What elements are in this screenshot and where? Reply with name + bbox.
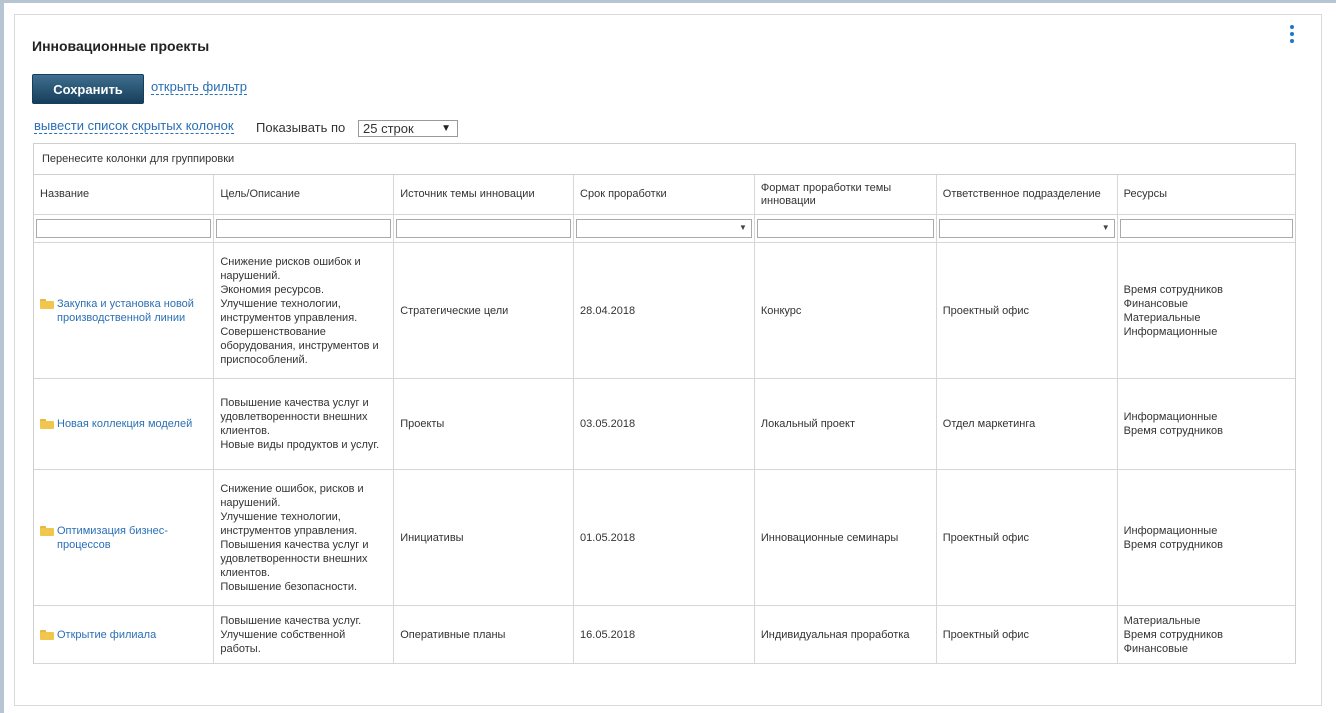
rows-per-page-select[interactable]: 25 строк ▼	[358, 120, 458, 137]
cell-department: Отдел маркетинга	[935, 378, 1118, 470]
cell-resources: Материальные Время сотрудников Финансовые	[1116, 605, 1295, 664]
filter-description-input[interactable]	[216, 219, 392, 238]
cell-source: Стратегические цели	[393, 242, 575, 379]
cell-department: Проектный офис	[935, 605, 1118, 664]
cell-name: Закупка и установка новой производственн…	[34, 242, 215, 379]
cell-format: Конкурс	[753, 242, 937, 379]
open-filter-link[interactable]: открыть фильтр	[151, 80, 247, 95]
project-name[interactable]: Оптимизация бизнес-процессов	[40, 524, 207, 552]
cell-name: Оптимизация бизнес-процессов	[34, 469, 215, 606]
page-title: Инновационные проекты	[32, 38, 210, 54]
filter-name-input[interactable]	[36, 219, 212, 238]
cell-description: Снижение ошибок, рисков и нарушений. Улуч…	[213, 469, 395, 606]
cell-deadline: 03.05.2018	[573, 378, 755, 470]
project-name[interactable]: Открытие филиала	[40, 628, 207, 642]
column-header-format[interactable]: Формат проработки темы инновации	[753, 175, 937, 215]
cell-department: Проектный офис	[935, 469, 1118, 606]
column-header-deadline[interactable]: Срок проработки	[573, 175, 755, 215]
cell-description: Повышение качества услуг. Улучшение собст…	[213, 605, 395, 664]
more-options-icon[interactable]	[1286, 25, 1298, 47]
cell-format: Инновационные семинары	[753, 469, 937, 606]
filter-row: ▼ ▼	[34, 214, 1295, 243]
select-arrow-icon: ▼	[441, 123, 451, 134]
project-name-link[interactable]: Оптимизация бизнес-процессов	[57, 524, 207, 552]
filter-deadline-select[interactable]: ▼	[576, 219, 752, 238]
column-header-department[interactable]: Ответственное подразделение	[935, 175, 1118, 215]
cell-name: Новая коллекция моделей	[34, 378, 215, 470]
projects-grid: Перенесите колонки для группировки Назва…	[33, 143, 1296, 664]
cell-description: Снижение рисков ошибок и нарушений. Эконо…	[213, 242, 395, 379]
cell-format: Индивидуальная проработка	[753, 605, 937, 664]
column-header-resources[interactable]: Ресурсы	[1116, 175, 1295, 215]
project-name-link[interactable]: Новая коллекция моделей	[57, 417, 192, 431]
cell-resources: Информационные Время сотрудников	[1116, 469, 1295, 606]
cell-source: Проекты	[393, 378, 575, 470]
cell-name: Открытие филиала	[34, 605, 215, 664]
header-row: Название Цель/Описание Источник темы инн…	[34, 175, 1295, 215]
window-top-border	[0, 0, 1336, 3]
rows-per-page-value: 25 строк	[363, 121, 414, 136]
filter-source-input[interactable]	[396, 219, 572, 238]
table-row[interactable]: Оптимизация бизнес-процессов Снижение оши…	[34, 469, 1295, 606]
filter-format-input[interactable]	[756, 219, 934, 238]
save-button[interactable]: Сохранить	[32, 74, 144, 104]
folder-icon	[40, 525, 54, 536]
project-name-link[interactable]: Закупка и установка новой производственн…	[57, 297, 207, 325]
window-left-border	[0, 0, 4, 713]
chevron-down-icon: ▼	[738, 223, 747, 232]
cell-format: Локальный проект	[753, 378, 937, 470]
cell-department: Проектный офис	[935, 242, 1118, 379]
filter-resources-input[interactable]	[1119, 219, 1293, 238]
cell-deadline: 28.04.2018	[573, 242, 755, 379]
folder-icon	[40, 298, 54, 309]
cell-description: Повышение качества услуг и удовлетворенн…	[213, 378, 395, 470]
project-name-link[interactable]: Открытие филиала	[57, 628, 156, 642]
chevron-down-icon: ▼	[1101, 223, 1110, 232]
column-header-name[interactable]: Название	[34, 175, 215, 215]
table-row[interactable]: Открытие филиала Повышение качества услуг…	[34, 605, 1295, 664]
group-drop-zone[interactable]: Перенесите колонки для группировки	[34, 144, 1295, 175]
folder-icon	[40, 629, 54, 640]
cell-source: Оперативные планы	[393, 605, 575, 664]
cell-source: Инициативы	[393, 469, 575, 606]
table-row[interactable]: Новая коллекция моделей Повышение качеств…	[34, 378, 1295, 470]
column-header-description[interactable]: Цель/Описание	[213, 175, 395, 215]
cell-resources: Информационные Время сотрудников	[1116, 378, 1295, 470]
project-name[interactable]: Закупка и установка новой производственн…	[40, 297, 207, 325]
project-name[interactable]: Новая коллекция моделей	[40, 417, 207, 431]
column-header-source[interactable]: Источник темы инновации	[393, 175, 575, 215]
hidden-columns-link[interactable]: вывести список скрытых колонок	[34, 119, 234, 134]
cell-resources: Время сотрудников Финансовые Материальные И…	[1116, 242, 1295, 379]
rows-per-page-label: Показывать по	[256, 120, 346, 135]
cell-deadline: 16.05.2018	[573, 605, 755, 664]
cell-deadline: 01.05.2018	[573, 469, 755, 606]
filter-department-select[interactable]: ▼	[938, 219, 1115, 238]
folder-icon	[40, 419, 54, 429]
table-row[interactable]: Закупка и установка новой производственн…	[34, 242, 1295, 379]
projects-table: Название Цель/Описание Источник темы инн…	[34, 175, 1295, 664]
